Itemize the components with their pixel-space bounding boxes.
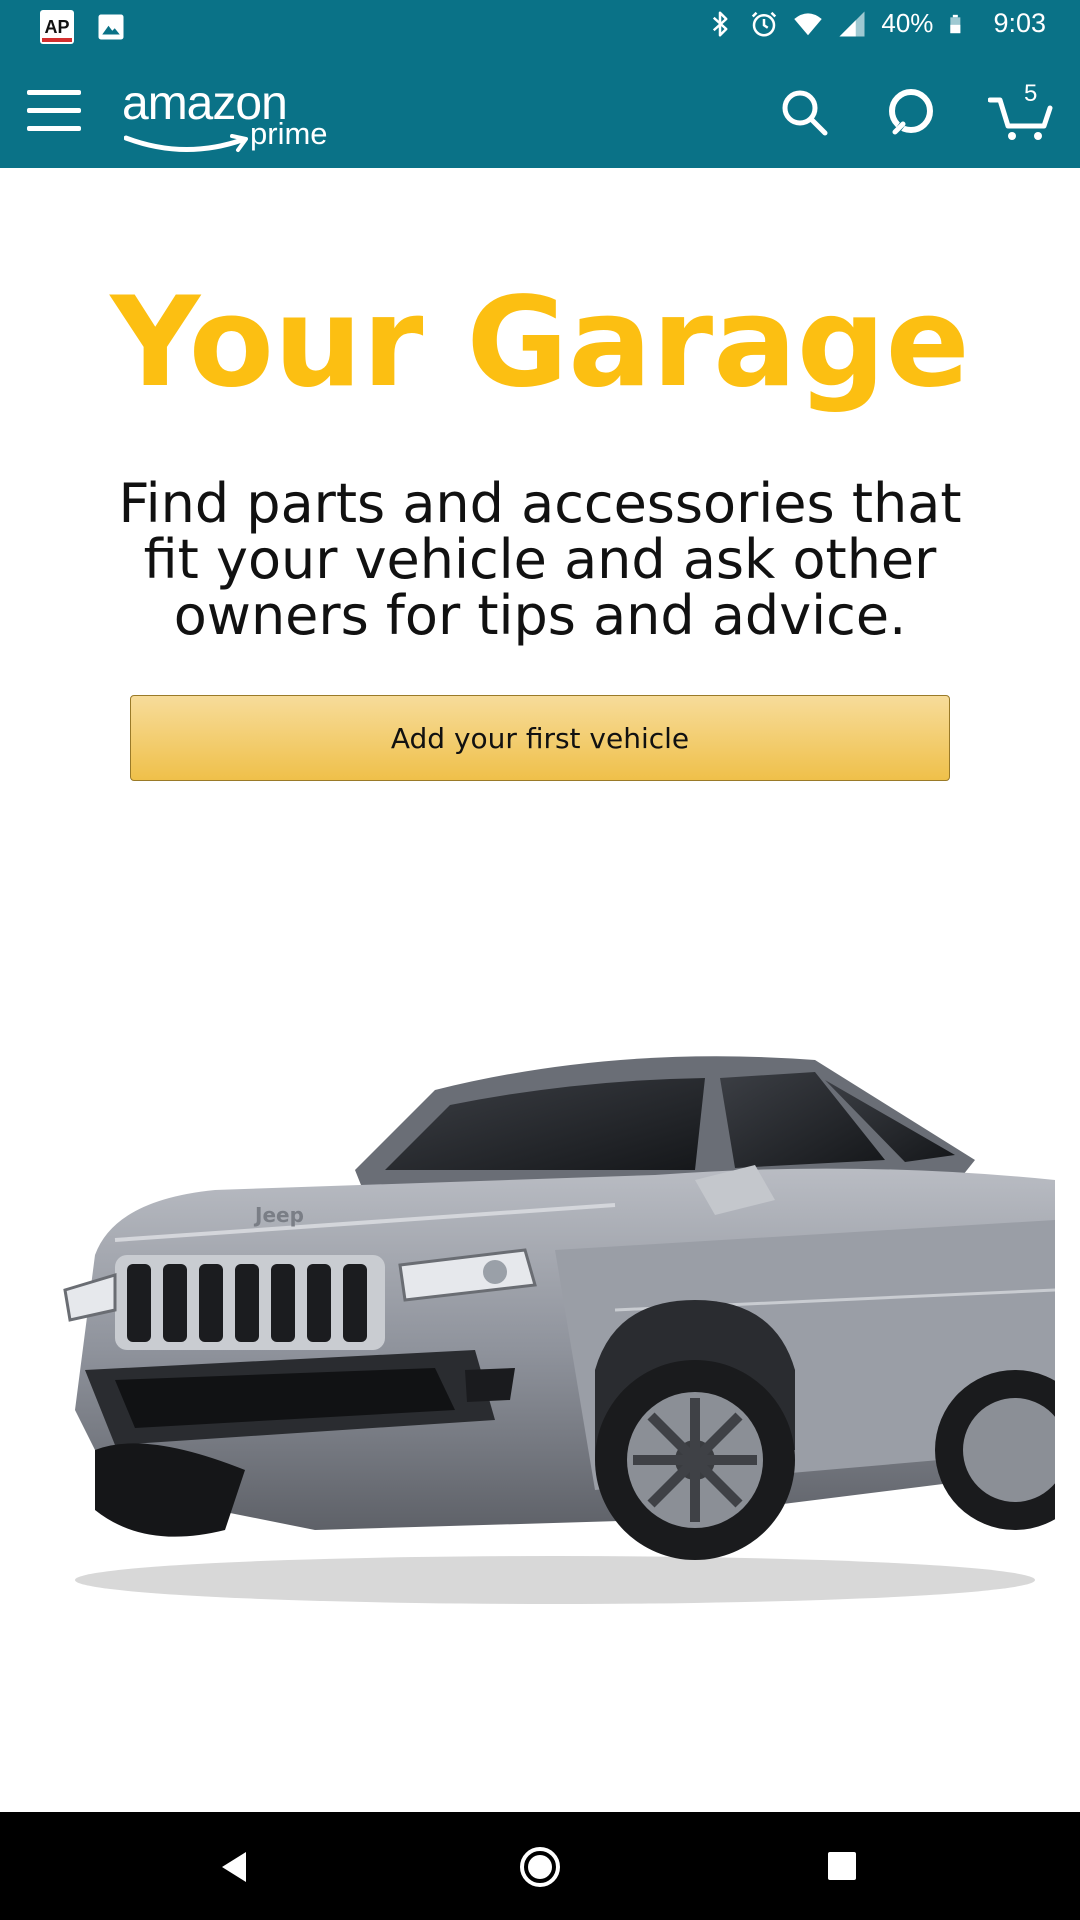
- gallery-icon: [98, 14, 124, 40]
- back-icon[interactable]: [218, 1850, 250, 1884]
- app-header: amazon prime 5: [0, 54, 1080, 168]
- bluetooth-icon: [713, 11, 728, 36]
- page-title: Your Garage: [110, 271, 970, 415]
- smile-arrow-icon: [124, 134, 248, 153]
- recents-icon[interactable]: [828, 1852, 856, 1880]
- search-icon[interactable]: [780, 88, 828, 136]
- add-first-vehicle-button[interactable]: Add your first vehicle: [130, 695, 950, 781]
- battery-percentage: 40%: [881, 8, 934, 38]
- system-status: 40% 9:03: [705, 8, 1046, 39]
- home-icon[interactable]: [519, 1846, 561, 1888]
- shopping-cart-icon: [988, 97, 1053, 140]
- alarm-icon: [752, 11, 777, 36]
- amazon-prime-logo[interactable]: amazon prime: [120, 76, 350, 156]
- notification-icons: AP: [40, 10, 126, 44]
- hamburger-menu-icon[interactable]: [27, 88, 81, 134]
- clock: 9:03: [993, 8, 1046, 38]
- vehicle-image: Jeep: [63, 1056, 1055, 1604]
- status-bar: AP 40% 9:03: [0, 0, 1080, 54]
- logo-prime-text: prime: [250, 116, 328, 151]
- battery-icon: [950, 14, 961, 33]
- page-description: Find parts and accessories that fit your…: [118, 472, 962, 647]
- alexa-icon[interactable]: [886, 86, 936, 136]
- ap-news-icon: AP: [40, 10, 74, 44]
- cart-button[interactable]: 5: [988, 80, 1058, 140]
- jeep-badge: Jeep: [253, 1203, 304, 1227]
- system-navigation-bar: [0, 1812, 1080, 1920]
- signal-icon: [839, 11, 865, 36]
- wifi-icon: [794, 12, 823, 35]
